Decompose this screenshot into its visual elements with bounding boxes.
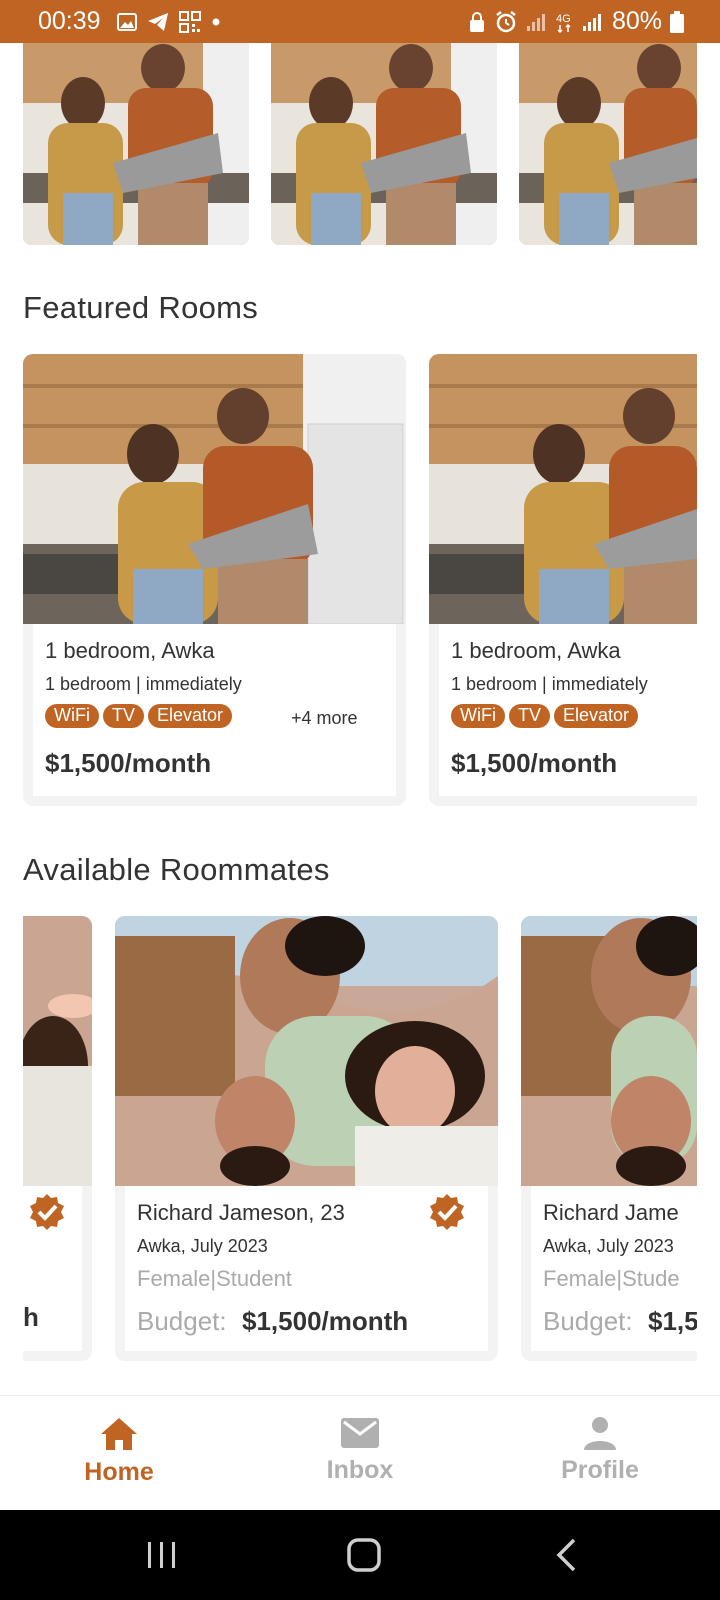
home-square-icon: [347, 1538, 381, 1572]
nav-home-label: Home: [84, 1458, 154, 1486]
room-card[interactable]: 1 bedroom, Awka 1 bedroom | immediately …: [23, 354, 406, 806]
roommate-photo: [521, 916, 697, 1186]
room-title: 1 bedroom, Awka: [451, 638, 621, 663]
room-card-body: 1 bedroom, Awka 1 bedroom | immediately …: [439, 624, 697, 796]
room-photo: [23, 354, 406, 624]
room-subtitle: 1 bedroom | immediately: [45, 674, 242, 694]
room-tags: WiFi TV Elevator: [451, 704, 639, 728]
roommate-name: Richard Jame: [543, 1200, 679, 1225]
roommate-card-body: h: [23, 1186, 82, 1351]
nav-profile[interactable]: Profile: [520, 1416, 680, 1485]
roommate-budget-label: Budget:: [137, 1306, 227, 1336]
home-icon: [101, 1418, 137, 1450]
room-tags: WiFi TV Elevator: [45, 704, 233, 728]
alarm-icon: [494, 10, 518, 34]
room-tag: TV: [508, 704, 550, 728]
roommate-photo: [23, 916, 92, 1186]
verified-badge-icon: [430, 1194, 464, 1230]
hero-photo[interactable]: [519, 43, 697, 245]
roommate-card-body: Richard Jameson, 23 Awka, July 2023 Fema…: [125, 1186, 488, 1351]
verified-badge-icon: [30, 1194, 64, 1230]
roommate-location: Awka, July 2023: [137, 1236, 268, 1256]
room-tag: TV: [102, 704, 144, 728]
roommate-details: Female|Student: [137, 1266, 292, 1291]
roommate-card[interactable]: Richard Jame Awka, July 2023 Female|Stud…: [521, 916, 697, 1361]
roommate-budget-value: $1,5: [648, 1306, 697, 1336]
battery-percentage: 80%: [611, 7, 662, 35]
roommate-budget-fragment: h: [23, 1302, 39, 1332]
recent-apps-icon: [148, 1542, 175, 1568]
room-photo: [429, 354, 697, 624]
roommate-budget-value: $1,500/month: [242, 1306, 409, 1336]
room-tag: WiFi: [45, 704, 99, 728]
lock-icon: [468, 11, 486, 33]
room-tag: Elevator: [148, 704, 233, 728]
roommate-card[interactable]: Richard Jameson, 23 Awka, July 2023 Fema…: [115, 916, 498, 1361]
roommate-card[interactable]: h: [23, 916, 92, 1361]
available-roommates-title: Available Roommates: [23, 852, 330, 887]
network-4g-icon: 4G: [556, 11, 574, 33]
hero-photo[interactable]: [271, 43, 497, 245]
status-time: 00:39: [38, 7, 101, 35]
bottom-navigation: Home Inbox Profile: [0, 1395, 720, 1510]
roommate-location: Awka, July 2023: [543, 1236, 674, 1256]
recent-apps-button[interactable]: [137, 1532, 187, 1578]
dot-icon: [211, 17, 221, 27]
room-price: $1,500/month: [45, 748, 212, 778]
back-button[interactable]: [541, 1532, 591, 1578]
room-tag: Elevator: [554, 704, 639, 728]
status-bar: 00:39 4G 80%: [0, 0, 720, 43]
mail-icon: [341, 1418, 379, 1448]
signal-icon: [582, 12, 604, 32]
room-card[interactable]: 1 bedroom, Awka 1 bedroom | immediately …: [429, 354, 697, 806]
roommate-budget-label: Budget:: [543, 1306, 633, 1336]
room-title: 1 bedroom, Awka: [45, 638, 215, 663]
qr-code-icon: [178, 10, 201, 33]
back-chevron-icon: [556, 1538, 576, 1572]
room-subtitle: 1 bedroom | immediately: [451, 674, 648, 694]
room-card-body: 1 bedroom, Awka 1 bedroom | immediately …: [33, 624, 396, 796]
home-system-button[interactable]: [339, 1532, 389, 1578]
roommate-photo: [115, 916, 498, 1186]
roommate-name: Richard Jameson, 23: [137, 1200, 345, 1225]
roommate-card-body: Richard Jame Awka, July 2023 Female|Stud…: [531, 1186, 697, 1351]
nav-inbox[interactable]: Inbox: [280, 1416, 440, 1485]
nav-profile-label: Profile: [561, 1456, 639, 1484]
telegram-icon: [147, 12, 169, 32]
room-price: $1,500/month: [451, 748, 618, 778]
system-navigation-bar: [0, 1510, 720, 1600]
app-screen: 00:39 4G 80% Featured Rooms 1 bedroom, A…: [0, 0, 720, 1600]
featured-rooms-title: Featured Rooms: [23, 290, 259, 325]
nav-home[interactable]: Home: [39, 1416, 199, 1487]
gallery-icon: [116, 12, 137, 31]
room-tag: WiFi: [451, 704, 505, 728]
roommate-details: Female|Stude: [543, 1266, 680, 1291]
hero-photo[interactable]: [23, 43, 249, 245]
battery-icon: [670, 10, 684, 33]
person-icon: [584, 1417, 616, 1450]
svg-text:4G: 4G: [556, 13, 571, 25]
more-amenities-link[interactable]: +4 more: [291, 708, 358, 729]
signal-icon: [526, 12, 548, 32]
nav-inbox-label: Inbox: [326, 1456, 394, 1484]
